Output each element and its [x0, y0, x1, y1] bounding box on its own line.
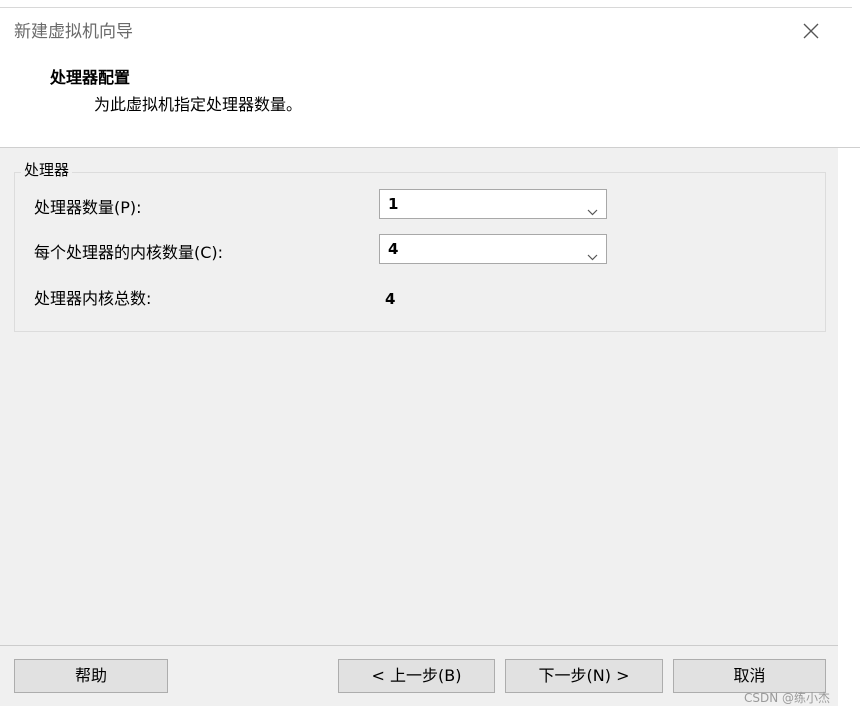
- total-cores-label-text: 处理器内核总数: [34, 289, 147, 308]
- cores-per-processor-label-key: (C):: [194, 243, 224, 262]
- cores-per-processor-label-text: 每个处理器的内核数量: [34, 243, 195, 262]
- total-cores-value: 4: [385, 290, 396, 308]
- window-title: 新建虚拟机向导: [14, 22, 133, 42]
- back-button-key: (B): [438, 666, 462, 685]
- next-button-key: (N) >: [586, 666, 630, 685]
- top-divider: [0, 7, 852, 8]
- back-button-prefix: <: [371, 666, 390, 685]
- processor-count-value: 1: [388, 195, 399, 213]
- page-title: 处理器配置: [50, 68, 131, 87]
- close-icon: [803, 23, 819, 39]
- total-cores-label-key: :: [146, 289, 152, 308]
- processor-count-select[interactable]: 1: [379, 189, 607, 219]
- chevron-down-icon: [587, 201, 598, 220]
- total-cores-label: 处理器内核总数:: [34, 288, 151, 310]
- cores-per-processor-select[interactable]: 4: [379, 234, 607, 264]
- next-button[interactable]: 下一步(N) >: [505, 659, 663, 693]
- processor-count-label-text: 处理器数量: [34, 198, 115, 217]
- cancel-button[interactable]: 取消: [673, 659, 826, 693]
- next-button-label: 下一步: [538, 666, 587, 685]
- cores-per-processor-label: 每个处理器的内核数量(C):: [34, 242, 223, 264]
- help-button[interactable]: 帮助: [14, 659, 168, 693]
- back-button[interactable]: < 上一步(B): [338, 659, 495, 693]
- back-button-label: 上一步: [390, 666, 439, 685]
- processor-count-label: 处理器数量(P):: [34, 197, 142, 219]
- page-subtitle: 为此虚拟机指定处理器数量。: [94, 95, 303, 114]
- watermark: CSDN @练小杰: [744, 691, 831, 705]
- close-button[interactable]: [796, 16, 826, 46]
- chevron-down-icon: [587, 246, 598, 265]
- cores-per-processor-value: 4: [388, 240, 399, 258]
- processor-group-label: 处理器: [21, 160, 73, 180]
- processor-count-label-key: (P):: [114, 198, 142, 217]
- new-vm-wizard-window: 新建虚拟机向导 处理器配置 为此虚拟机指定处理器数量。 处理器 处理器数量(P)…: [0, 0, 860, 717]
